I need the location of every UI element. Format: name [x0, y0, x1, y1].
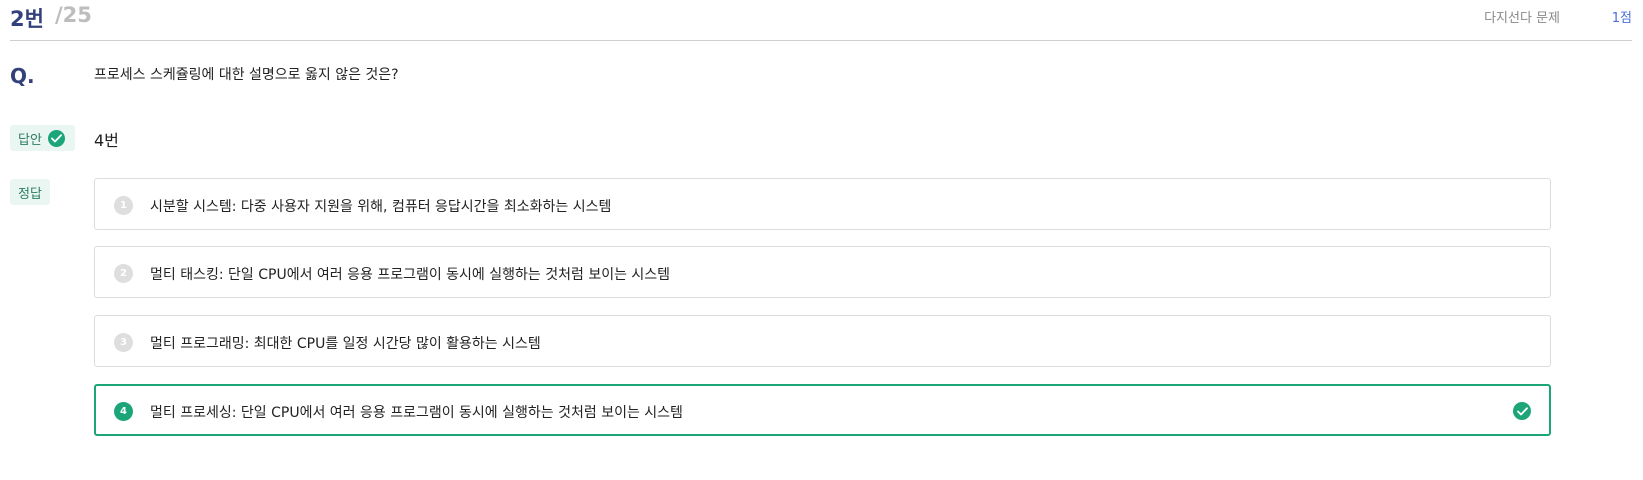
- answer-badge: 답안: [10, 125, 75, 151]
- option-text: 시분할 시스템: 다중 사용자 지원을 위해, 컴퓨터 응답시간을 최소화하는 …: [150, 199, 612, 215]
- option-4-selected[interactable]: 4 멀티 프로세싱: 단일 CPU에서 여러 응용 프로그램이 동시에 실행하는…: [94, 384, 1551, 436]
- option-1[interactable]: 1 시분할 시스템: 다중 사용자 지원을 위해, 컴퓨터 응답시간을 최소화하…: [94, 178, 1551, 230]
- option-text: 멀티 프로세싱: 단일 CPU에서 여러 응용 프로그램이 동시에 실행하는 것…: [150, 405, 683, 421]
- question-type: 다지선다 문제: [1484, 11, 1560, 26]
- check-icon: [47, 129, 65, 147]
- option-text: 멀티 프로그래밍: 최대한 CPU를 일정 시간당 많이 활용하는 시스템: [150, 336, 541, 352]
- question-score: 1점: [1611, 11, 1632, 26]
- correct-badge-label: 정답: [18, 186, 42, 202]
- option-number: 3: [114, 333, 133, 352]
- option-number: 1: [114, 196, 133, 215]
- question-text: 프로세스 스케쥴링에 대한 설명으로 옳지 않은 것은?: [94, 67, 399, 83]
- question-number: 2번: [10, 7, 44, 31]
- option-number: 2: [114, 264, 133, 283]
- submitted-answer: 4번: [94, 131, 119, 150]
- option-number: 4: [114, 402, 133, 421]
- question-label: Q.: [10, 64, 35, 88]
- check-icon: [1513, 402, 1531, 420]
- question-total: /25: [55, 3, 92, 27]
- question-header: 2번 /25 다지선다 문제 1점: [10, 0, 1632, 41]
- option-3[interactable]: 3 멀티 프로그래밍: 최대한 CPU를 일정 시간당 많이 활용하는 시스템: [94, 315, 1551, 367]
- option-text: 멀티 태스킹: 단일 CPU에서 여러 응용 프로그램이 동시에 실행하는 것처…: [150, 267, 671, 283]
- correct-answer-badge: 정답: [10, 179, 50, 205]
- answer-badge-label: 답안: [18, 132, 42, 148]
- quiz-question-page: 2번 /25 다지선다 문제 1점 Q. 프로세스 스케쥴링에 대한 설명으로 …: [0, 0, 1643, 480]
- option-2[interactable]: 2 멀티 태스킹: 단일 CPU에서 여러 응용 프로그램이 동시에 실행하는 …: [94, 246, 1551, 298]
